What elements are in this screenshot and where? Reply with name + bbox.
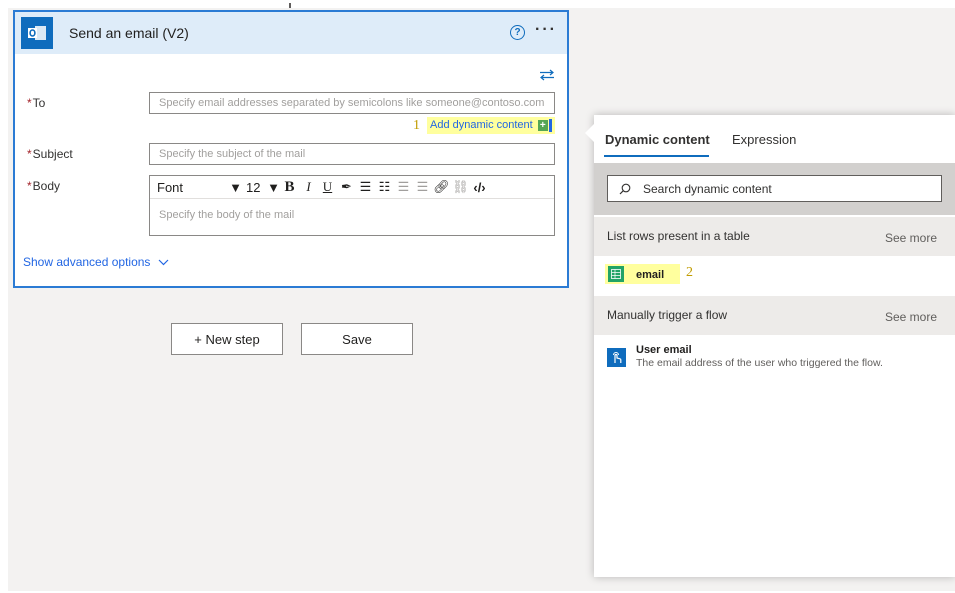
caret-down-icon: ▼: [267, 179, 280, 195]
help-icon[interactable]: ?: [510, 25, 525, 40]
increase-indent-icon[interactable]: ☰: [413, 179, 432, 195]
editor-toolbar: Font ▼ 12 ▼ B I U ✒ ☰ ☷ ☰ ☰ 🔗︎ ⛓ ‹/›: [150, 176, 554, 199]
tab-dynamic-content[interactable]: Dynamic content: [605, 132, 710, 147]
to-input[interactable]: [149, 92, 555, 114]
to-label: *To: [27, 96, 46, 110]
dynamic-item-label: email: [636, 269, 665, 281]
connector-arrow: [289, 3, 291, 8]
dynamic-item-user-email[interactable]: User email The email address of the user…: [594, 336, 955, 386]
send-email-action-card: Send an email (V2) ? ··· *To 1 Add dynam…: [13, 10, 569, 288]
italic-button[interactable]: I: [299, 179, 318, 195]
subject-input[interactable]: [149, 143, 555, 165]
manual-trigger-icon: [607, 348, 626, 367]
annotation-number-2: 2: [686, 265, 693, 280]
numbered-list-icon[interactable]: ☷: [375, 179, 394, 195]
new-step-button[interactable]: + New step: [171, 323, 283, 355]
annotation-number-1: 1: [413, 118, 420, 133]
add-dynamic-content-icon: +: [537, 120, 548, 131]
link-icon[interactable]: 🔗︎: [432, 179, 451, 195]
show-advanced-options-link[interactable]: Show advanced options: [23, 255, 169, 269]
bold-button[interactable]: B: [280, 179, 299, 196]
dynamic-item-email[interactable]: email 2: [594, 256, 955, 296]
add-dynamic-content-link[interactable]: Add dynamic content +: [427, 117, 555, 134]
section-title: List rows present in a table: [607, 229, 750, 243]
dynamic-content-panel: Dynamic content Expression List rows pre…: [585, 115, 955, 577]
tab-expression[interactable]: Expression: [732, 132, 796, 147]
pen-color-icon[interactable]: ✒: [337, 179, 356, 195]
underline-button[interactable]: U: [318, 179, 337, 195]
excel-icon: [608, 266, 624, 282]
body-placeholder[interactable]: Specify the body of the mail: [150, 199, 554, 231]
chevron-down-icon: [159, 259, 169, 265]
outlook-icon: [21, 17, 53, 49]
action-card-header[interactable]: Send an email (V2) ? ···: [15, 12, 567, 54]
dynamic-item-description: The email address of the user who trigge…: [636, 357, 883, 369]
subject-label: *Subject: [27, 147, 73, 161]
dynamic-panel-indicator: [548, 119, 552, 132]
action-title: Send an email (V2): [69, 25, 189, 41]
search-icon: [619, 183, 631, 194]
panel-pointer: [585, 124, 594, 142]
search-dynamic-content-input[interactable]: [641, 180, 941, 197]
section-manual-trigger: Manually trigger a flow See more: [594, 296, 955, 335]
swap-input-mode-icon[interactable]: [539, 68, 555, 86]
see-more-link[interactable]: See more: [885, 310, 937, 324]
caret-down-icon: ▼: [229, 179, 242, 195]
body-label: *Body: [27, 179, 61, 193]
search-area: [594, 163, 955, 215]
more-options-icon[interactable]: ···: [535, 21, 557, 39]
body-editor: Font ▼ 12 ▼ B I U ✒ ☰ ☷ ☰ ☰ 🔗︎ ⛓ ‹/› Spe…: [149, 175, 555, 236]
unlink-icon[interactable]: ⛓: [451, 179, 470, 195]
font-family-select[interactable]: Font ▼: [150, 180, 242, 195]
see-more-link[interactable]: See more: [885, 231, 937, 245]
code-view-icon[interactable]: ‹/›: [470, 180, 489, 195]
font-size-select[interactable]: 12 ▼: [242, 180, 280, 195]
save-button[interactable]: Save: [301, 323, 413, 355]
section-list-rows: List rows present in a table See more: [594, 217, 955, 256]
bulleted-list-icon[interactable]: ☰: [356, 179, 375, 195]
search-box: [607, 175, 942, 202]
section-title: Manually trigger a flow: [607, 308, 728, 322]
add-dynamic-content-label: Add dynamic content: [430, 119, 533, 131]
active-tab-indicator: [604, 155, 709, 157]
decrease-indent-icon[interactable]: ☰: [394, 179, 413, 195]
dynamic-item-label: User email: [636, 344, 692, 356]
